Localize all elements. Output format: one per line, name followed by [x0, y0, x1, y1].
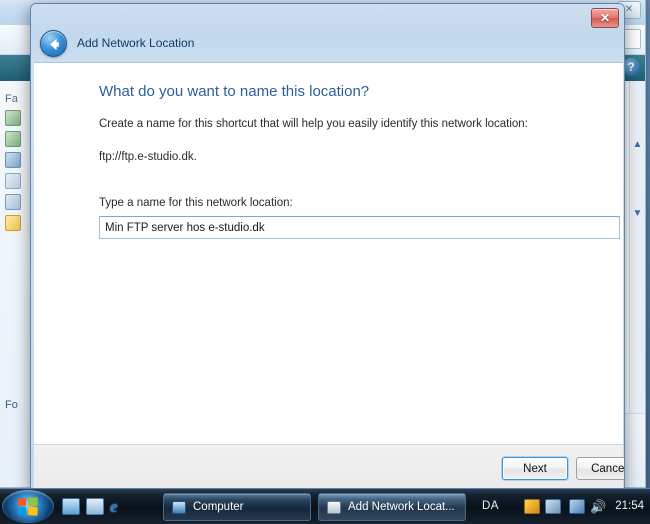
internet-explorer-icon[interactable]: e	[110, 498, 128, 515]
name-field-label: Type a name for this network location:	[99, 197, 293, 209]
dialog-titlebar[interactable]: Add Network Location ✕	[31, 4, 624, 62]
background-navigation-pane[interactable]: Fa Fo	[0, 81, 32, 487]
add-network-location-dialog[interactable]: Add Network Location ✕ What do you want …	[30, 3, 625, 492]
next-button[interactable]: Next	[502, 457, 568, 480]
search-icon[interactable]	[5, 173, 21, 189]
tray-icon-app[interactable]	[545, 499, 561, 514]
taskbar-button-computer[interactable]: Computer	[163, 493, 311, 521]
cancel-button[interactable]: Cancel	[576, 457, 624, 480]
dialog-footer: Next Cancel	[34, 444, 624, 490]
recent-places-icon[interactable]	[5, 152, 21, 168]
close-icon: ✕	[624, 4, 634, 15]
tray-icon-app[interactable]	[524, 499, 540, 514]
folders-label: Fo	[5, 399, 18, 411]
favorites-label: Fa	[5, 93, 18, 105]
dialog-content: What do you want to name this location? …	[34, 62, 623, 444]
taskbar[interactable]: e Computer Add Network Locat... DA 🔊 21:…	[0, 488, 650, 524]
network-location-name-input[interactable]	[99, 216, 620, 239]
computer-icon	[172, 500, 186, 514]
search-folder-icon[interactable]	[5, 194, 21, 210]
wizard-icon	[327, 500, 341, 514]
desktop-background: ✕ ⌕ ? Fa Fo ▲ ▼	[0, 0, 650, 524]
document-icon[interactable]	[5, 131, 21, 147]
back-arrow-icon[interactable]	[40, 30, 67, 57]
volume-icon[interactable]: 🔊	[590, 499, 606, 514]
document-icon[interactable]	[5, 110, 21, 126]
dialog-title: Add Network Location	[77, 36, 195, 50]
language-indicator[interactable]: DA	[482, 500, 499, 512]
taskbar-button-label: Computer	[193, 501, 244, 513]
switch-windows-icon[interactable]	[86, 498, 104, 515]
scroll-up-icon[interactable]: ▲	[630, 139, 645, 150]
folder-icon[interactable]	[5, 215, 21, 231]
page-title: What do you want to name this location?	[99, 83, 370, 100]
network-location-url: ftp://ftp.e-studio.dk.	[99, 151, 197, 163]
network-icon[interactable]	[569, 499, 585, 514]
close-icon: ✕	[599, 11, 611, 25]
close-button[interactable]: ✕	[591, 8, 619, 28]
clock[interactable]: 21:54	[615, 500, 644, 512]
taskbar-button-add-network-location[interactable]: Add Network Locat...	[318, 493, 466, 521]
windows-logo-icon	[17, 497, 38, 516]
scroll-down-icon[interactable]: ▼	[630, 208, 645, 219]
instruction-text: Create a name for this shortcut that wil…	[99, 118, 528, 130]
start-button[interactable]	[2, 490, 54, 523]
taskbar-button-label: Add Network Locat...	[348, 501, 455, 513]
show-desktop-icon[interactable]	[62, 498, 80, 515]
